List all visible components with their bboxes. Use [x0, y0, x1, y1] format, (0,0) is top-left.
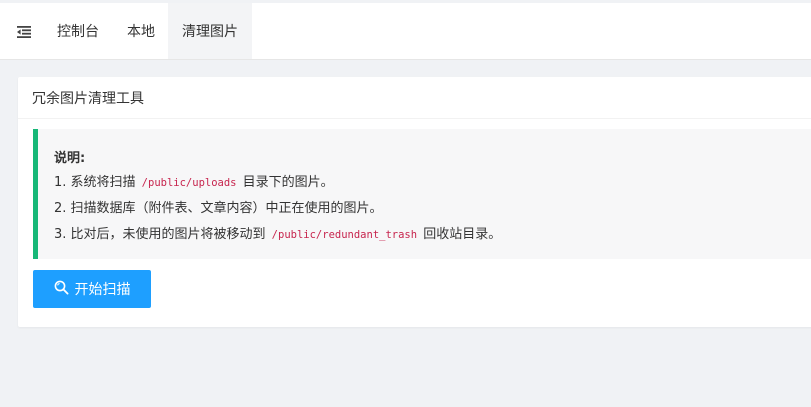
tab-clean-images-label: 清理图片: [182, 24, 238, 40]
start-scan-label: 开始扫描: [74, 282, 131, 298]
tab-console-label: 控制台: [57, 24, 99, 40]
notice-title: 说明:: [54, 151, 86, 166]
card-header: 冗余图片清理工具: [18, 77, 811, 119]
notice-line-1-prefix: 1. 系统将扫描: [54, 175, 140, 190]
trash-path: /public/redundant_trash: [269, 229, 420, 241]
notice-line-2-text: 2. 扫描数据库（附件表、文章内容）中正在使用的图片。: [54, 201, 383, 216]
start-scan-button[interactable]: 开始扫描: [33, 270, 151, 308]
cleanup-card: 冗余图片清理工具 说明: 1. 系统将扫描 /public/uploads 目录…: [18, 77, 811, 327]
card-title: 冗余图片清理工具: [32, 90, 144, 107]
search-icon: [54, 280, 69, 299]
tab-local-label: 本地: [127, 24, 155, 40]
notice-line-3-suffix: 回收站目录。: [419, 227, 502, 242]
notice-line-3: 3. 比对后，未使用的图片将被移动到 /public/redundant_tra…: [54, 226, 811, 252]
tab-clean-images[interactable]: 清理图片: [168, 3, 252, 59]
notice-line-2: 2. 扫描数据库（附件表、文章内容）中正在使用的图片。: [54, 200, 811, 226]
notice-line-1: 1. 系统将扫描 /public/uploads 目录下的图片。: [54, 174, 811, 200]
uploads-path: /public/uploads: [139, 177, 239, 189]
menu-fold-icon[interactable]: [11, 19, 37, 45]
tab-console[interactable]: 控制台: [42, 3, 114, 59]
top-navbar: 控制台 本地 清理图片: [0, 0, 811, 60]
notice-line-1-suffix: 目录下的图片。: [238, 175, 334, 190]
tab-local[interactable]: 本地: [114, 3, 168, 59]
notice-block: 说明: 1. 系统将扫描 /public/uploads 目录下的图片。 2. …: [33, 129, 811, 259]
notice-line-3-prefix: 3. 比对后，未使用的图片将被移动到: [54, 227, 270, 242]
